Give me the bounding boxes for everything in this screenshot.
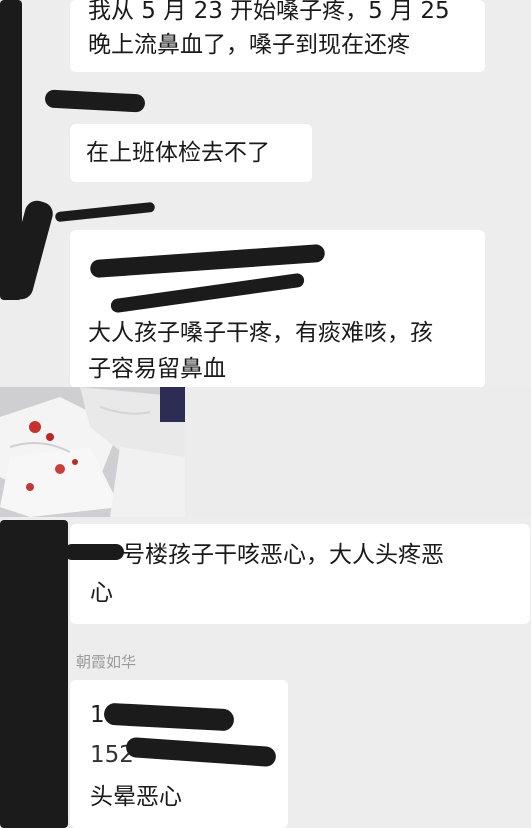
redaction-scribble xyxy=(54,201,156,223)
tissues-with-blood-icon xyxy=(0,387,185,517)
chat-screen: 我从 5 月 23 开始嗓子疼，5 月 25 晚上流鼻血了，嗓子到现在还疼 在上… xyxy=(0,0,531,828)
message-text: 号楼孩子干咳恶心，大人头疼恶 xyxy=(122,542,444,568)
message-bubble: 16 152 头晕恶心 xyxy=(70,680,288,828)
message-bubble: 我从 5 月 23 开始嗓子疼，5 月 25 晚上流鼻血了，嗓子到现在还疼 xyxy=(70,0,485,72)
message-text: 大人孩子嗓子干疼，有痰难咳，孩 xyxy=(88,320,433,346)
message-bubble: 在上班体检去不了 xyxy=(70,124,312,182)
message-text: 子容易留鼻血 xyxy=(88,356,226,382)
redaction-scribble xyxy=(109,272,306,314)
message-text: 在上班体检去不了 xyxy=(86,140,270,166)
tissues-photo[interactable] xyxy=(0,387,185,517)
photo-gap xyxy=(185,387,531,517)
message-text: 我从 5 月 23 开始嗓子疼，5 月 25 xyxy=(88,0,450,24)
sender-name: 朝霞如华 xyxy=(76,653,137,671)
message-text: 心 xyxy=(90,580,113,606)
redaction-scribble xyxy=(44,89,146,113)
message-bubble: 大人孩子嗓子干疼，有痰难咳，孩 子容易留鼻血 xyxy=(70,230,485,388)
message-text: 晚上流鼻血了，嗓子到现在还疼 xyxy=(88,32,410,58)
redaction-scribble xyxy=(64,544,124,560)
redaction-scribble xyxy=(103,702,235,732)
redaction-scribble xyxy=(89,243,326,279)
message-text: 头晕恶心 xyxy=(90,784,182,810)
redaction-scribble xyxy=(0,520,68,828)
redaction-scribble xyxy=(125,736,277,768)
message-bubble: 号楼孩子干咳恶心，大人头疼恶 心 xyxy=(64,524,530,624)
